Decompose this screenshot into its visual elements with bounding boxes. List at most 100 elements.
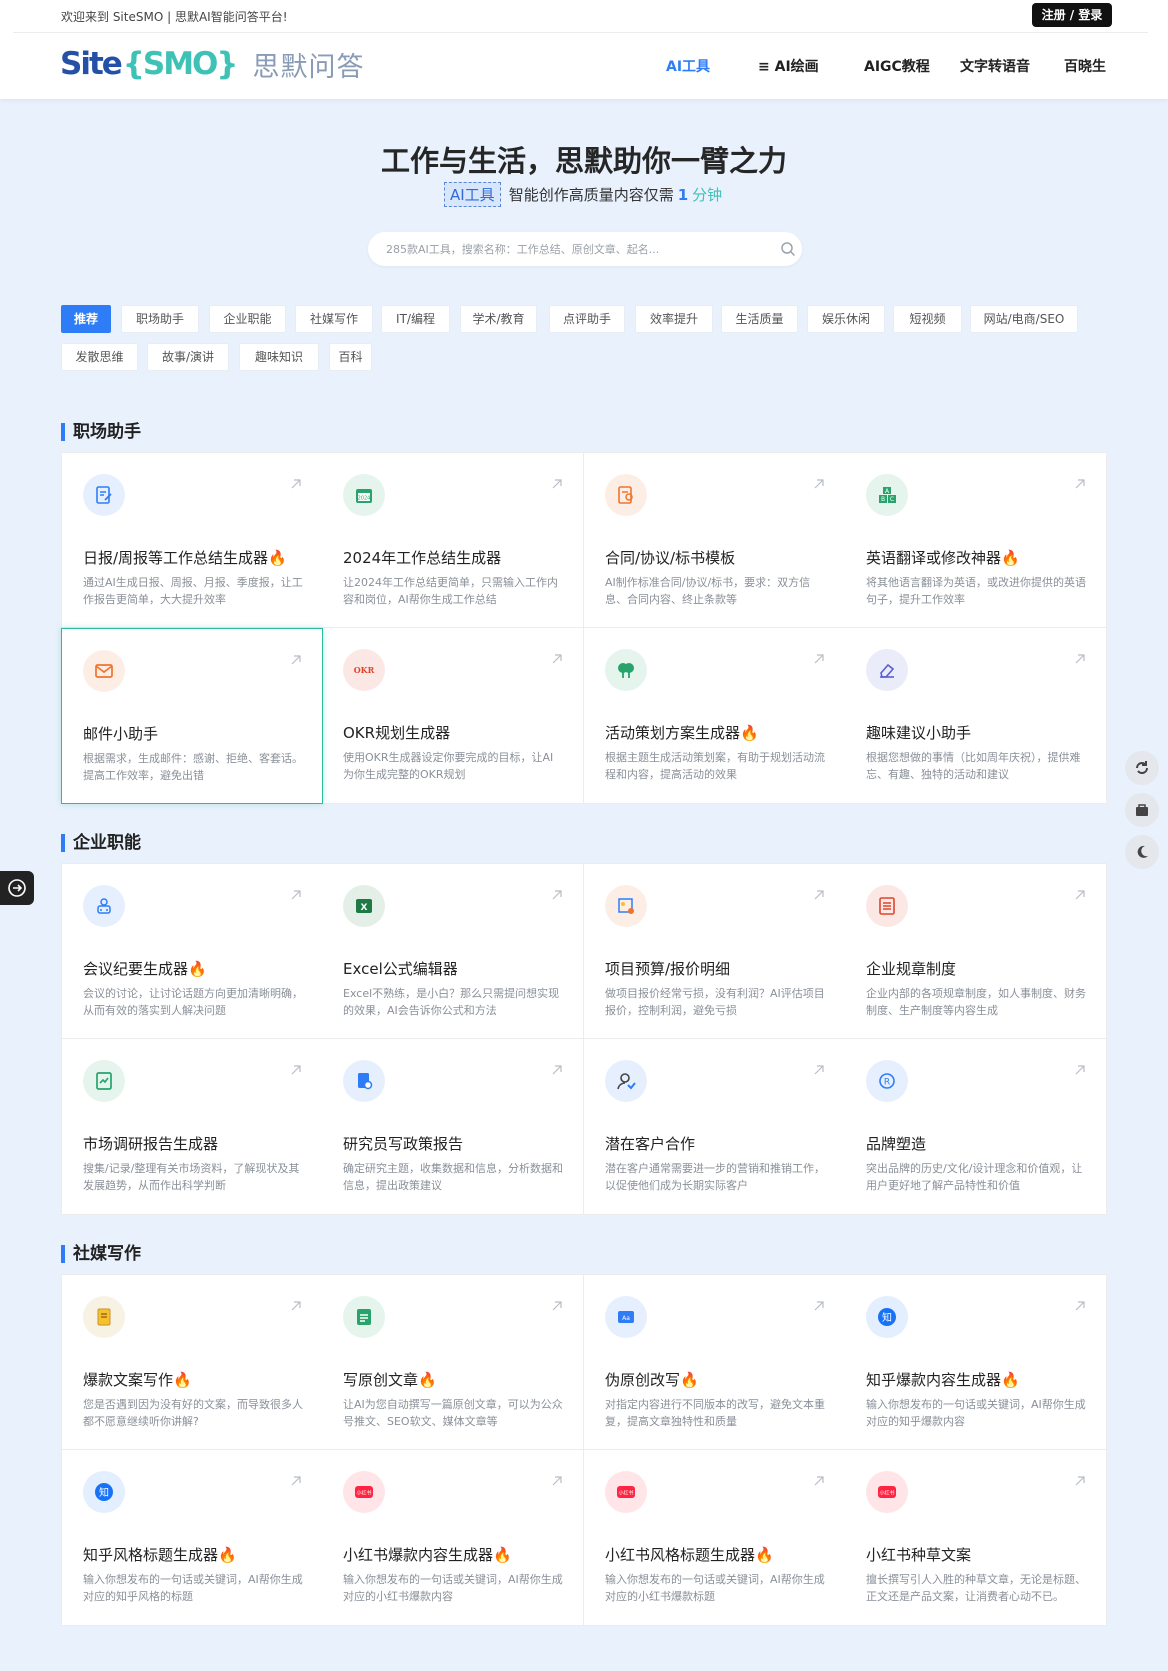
svg-text:小红书: 小红书 [618,1490,633,1497]
tool-card[interactable]: 小红书 小红书风格标题生成器🔥 输入你想发布的一句话或关键词，AI帮你生成对应的小红… [584,1450,846,1626]
arrow-up-right-icon[interactable] [290,1472,302,1486]
tool-card[interactable]: 合同/协议/标书模板 AI制作标准合同/协议/标书，要求：双方信息、合同内容、终止… [584,452,846,628]
xiaohongshu-icon: 小红书 [605,1471,647,1513]
card-title: 小红书爆款内容生成器🔥 [343,1544,512,1565]
tool-card[interactable]: 研究员写政策报告确定研究主题，收集数据和信息，分析数据和信息，提出政策建议 [322,1039,584,1215]
login-button[interactable]: 注册 / 登录 [1032,3,1112,27]
category-chip[interactable]: 点评助手 [549,305,625,333]
tool-card[interactable]: 邮件小助手 根据需求，生成邮件：感谢、拒绝、客套话。提高工作效率，避免出错 [61,628,323,804]
category-chip[interactable]: 短视频 [893,305,962,333]
nav-aigc-tutorial[interactable]: AIGC教程 [864,56,930,76]
category-chip[interactable]: 百科 [329,343,372,371]
zhihu-icon: 知 [83,1471,125,1513]
search-input[interactable] [386,232,766,266]
card-title-text: 研究员写政策报告 [343,1135,464,1153]
category-chip[interactable]: 社媒写作 [295,305,373,333]
xiaohongshu-icon: 小红书 [343,1471,385,1513]
arrow-up-right-icon[interactable] [551,1297,563,1311]
tool-card[interactable]: 活动策划方案生成器🔥 根据主题生成活动策划案，有助于规划活动流程和内容，提高活动的… [584,628,846,804]
bag-button[interactable] [1125,793,1159,827]
welcome-text: 欢迎来到 SiteSMO | 思默AI智能问答平台! [61,10,288,24]
arrow-up-right-icon[interactable] [1074,1297,1086,1311]
card-title-text: 趣味建议小助手 [866,724,972,742]
fire-icon: 🔥 [493,1546,512,1564]
tool-card[interactable]: 会议纪要生成器🔥 会议的讨论，让讨论话题方向更加清晰明确，从而有效的落实到人解决问… [61,863,323,1039]
arrow-up-right-icon[interactable] [551,650,563,664]
category-chip[interactable]: IT/编程 [381,305,450,333]
arrow-up-right-icon[interactable] [1074,1472,1086,1486]
arrow-up-right-icon[interactable] [1074,650,1086,664]
tool-card[interactable]: 日报/周报等工作总结生成器🔥 通过AI生成日报、周报、月报、季度报，让工作报告更简… [61,452,323,628]
tool-card[interactable]: A B C 英语翻译或修改神器🔥 将其他语言翻译为英语，或改进你提供的英语句子，提升工作… [845,452,1107,628]
fire-icon: 🔥 [268,549,287,567]
tool-card[interactable]: Aa 伪原创改写🔥 对指定内容进行不同版本的改写，避免文本重复，提高文章独特性和质量 [584,1274,846,1450]
card-title-text: 合同/协议/标书模板 [605,549,736,567]
card-title: 市场调研报告生成器 [83,1133,218,1154]
category-chip[interactable]: 网站/电商/SEO [970,305,1078,333]
arrow-up-right-icon[interactable] [1074,1061,1086,1075]
arrow-up-right-icon[interactable] [551,1061,563,1075]
tool-card[interactable]: 写原创文章🔥 让AI为您自动撰写一篇原创文章，可以为公众号推文、SEO软文、媒体文… [322,1274,584,1450]
nav-baixiaosheng[interactable]: 百晓生 [1064,56,1106,76]
arrow-up-right-icon[interactable] [551,886,563,900]
arrow-up-right-icon[interactable] [1074,886,1086,900]
side-login-tab[interactable] [0,871,34,905]
card-title-text: 英语翻译或修改神器 [866,549,1002,567]
logo[interactable]: Site {SMO} 思默问答 [60,44,364,84]
tool-card[interactable]: 市场调研报告生成器 搜集/记录/整理有关市场资料，了解现状及其发展趋势，从而作出科… [61,1039,323,1215]
arrow-up-right-icon[interactable] [813,475,825,489]
tool-card[interactable]: OKR OKR规划生成器 使用OKR生成器设定你要完成的目标，让AI为你生成完整的O… [322,628,584,804]
tool-card[interactable]: 项目预算/报价明细 做项目报价经常亏损，没有利润？AI评估项目报价，控制利润，避免… [584,863,846,1039]
tool-card[interactable]: 小红书 小红书爆款内容生成器🔥 输入你想发布的一句话或关键词，AI帮你生成对应的小红… [322,1450,584,1626]
refresh-button[interactable] [1125,751,1159,785]
arrow-up-right-icon[interactable] [551,1472,563,1486]
tool-card[interactable]: X Excel公式编辑器 Excel不熟练，是小白？那么只需提问想实现的效果，AI会… [322,863,584,1039]
card-title: 研究员写政策报告 [343,1133,463,1154]
arrow-up-right-icon[interactable] [813,886,825,900]
category-chip[interactable]: 生活质量 [721,305,798,333]
category-chip[interactable]: 发散思维 [61,343,138,371]
card-title-text: 活动策划方案生成器 [605,724,741,742]
arrow-up-right-icon[interactable] [290,475,302,489]
category-chip[interactable]: 趣味知识 [239,343,319,371]
card-description: 确定研究主题，收集数据和信息，分析数据和信息，提出政策建议 [343,1162,563,1192]
category-chip[interactable]: 企业职能 [209,305,286,333]
card-title-text: 市场调研报告生成器 [83,1135,219,1153]
category-chip[interactable]: 职场助手 [121,305,199,333]
category-chip[interactable]: 娱乐休闲 [807,305,885,333]
category-chip[interactable]: 推荐 [61,305,111,333]
arrow-up-right-icon[interactable] [290,886,302,900]
arrow-up-right-icon[interactable] [290,1297,302,1311]
tool-card[interactable]: 趣味建议小助手 根据您想做的事情（比如周年庆祝），提供难忘、有趣、独特的活动和建议 [845,628,1107,804]
arrow-up-right-icon[interactable] [813,1472,825,1486]
fire-icon: 🔥 [680,1371,699,1389]
tool-card[interactable]: 2024 2024年工作总结生成器 让2024年工作总结更简单，只需输入工作内容和岗… [322,452,584,628]
category-chip[interactable]: 故事/演讲 [147,343,229,371]
nav-ai-drawing[interactable]: ≡ AI绘画 [758,56,819,76]
tool-card[interactable]: R 品牌塑造 突出品牌的历史/文化/设计理念和价值观，让用户更好地了解产品特性和价值 [845,1039,1107,1215]
abc-blocks-icon: ABC [866,474,908,516]
tool-card[interactable]: 潜在客户合作 潜在客户通常需要进一步的营销和推销工作，以促使他们成为长期实际客户 [584,1039,846,1215]
card-description: 会议的讨论，让讨论话题方向更加清晰明确，从而有效的落实到人解决问题 [83,987,303,1017]
card-description: 做项目报价经常亏损，没有利润？AI评估项目报价，控制利润，避免亏损 [605,987,825,1017]
tool-card[interactable]: 爆款文案写作🔥 您是否遇到因为没有好的文案，而导致很多人都不愿意继续听你讲解? [61,1274,323,1450]
category-chip[interactable]: 学术/教育 [460,305,537,333]
arrow-up-right-icon[interactable] [290,651,302,665]
tool-card[interactable]: 知知乎风格标题生成器🔥 输入你想发布的一句话或关键词，AI帮你生成对应的知乎风格的… [61,1450,323,1626]
dark-mode-button[interactable] [1125,835,1159,869]
nav-tts[interactable]: 文字转语音 [960,56,1030,76]
tool-card[interactable]: 小红书 小红书种草文案 擅长撰写引人入胜的种草文章，无论是标题、正文还是产品文案，让… [845,1450,1107,1626]
tool-card[interactable]: 企业规章制度 企业内部的各项规章制度，如人事制度、财务制度、生产制度等内容生成 [845,863,1107,1039]
arrow-up-right-icon[interactable] [1074,475,1086,489]
arrow-up-right-icon[interactable] [813,1297,825,1311]
doc-green-icon [343,1296,385,1338]
arrow-up-right-icon[interactable] [551,475,563,489]
category-chip[interactable]: 效率提升 [635,305,713,333]
nav-ai-tools[interactable]: AI工具 [666,56,710,76]
arrow-up-right-icon[interactable] [813,650,825,664]
arrow-up-right-icon[interactable] [290,1061,302,1075]
rewrite-icon: Aa [605,1296,647,1338]
tool-card[interactable]: 知知乎爆款内容生成器🔥 输入你想发布的一句话或关键词，AI帮你生成对应的知乎爆款内… [845,1274,1107,1450]
arrow-up-right-icon[interactable] [813,1061,825,1075]
search-icon[interactable] [780,241,796,257]
